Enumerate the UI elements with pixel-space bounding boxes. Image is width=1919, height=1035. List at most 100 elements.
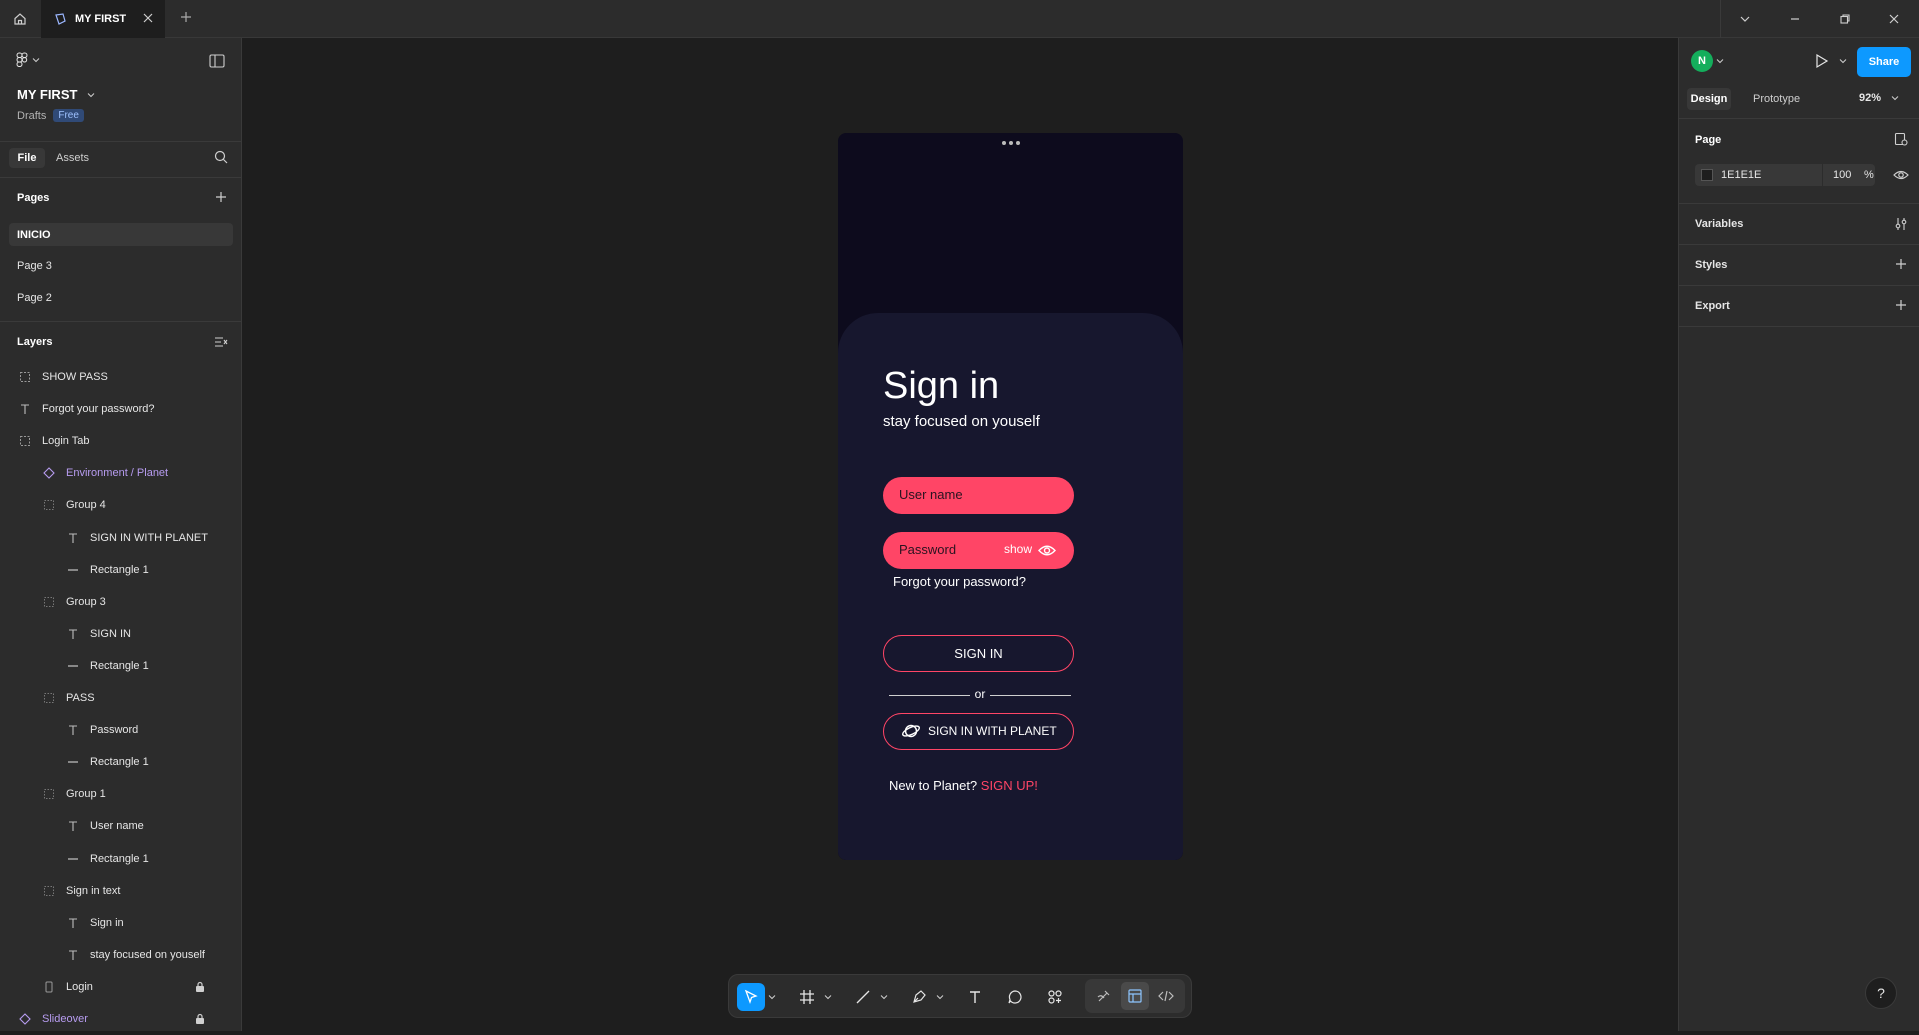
pen-tool-button[interactable] <box>905 983 933 1011</box>
layer-row[interactable]: Sign in text <box>0 875 242 907</box>
layer-row[interactable]: Sign in <box>0 907 242 939</box>
divider-right <box>990 695 1071 696</box>
restore-button[interactable] <box>1820 0 1870 38</box>
toggle-sidebar-icon[interactable] <box>209 54 225 68</box>
main-menu-button[interactable] <box>16 52 40 68</box>
share-button[interactable]: Share <box>1857 47 1911 77</box>
eye-icon[interactable] <box>1893 168 1909 182</box>
home-button[interactable] <box>0 0 40 38</box>
layer-row[interactable]: stay focused on youself <box>0 939 242 971</box>
drafts-link[interactable]: Drafts <box>17 110 46 122</box>
help-button[interactable]: ? <box>1865 977 1897 1009</box>
chevron-down-icon <box>1891 96 1899 101</box>
chevron-down-icon <box>1740 16 1750 22</box>
file-name-button[interactable]: MY FIRST <box>17 87 95 102</box>
layer-row[interactable]: Group 3 <box>0 586 242 618</box>
background-hex[interactable]: 1E1E1E <box>1721 169 1761 181</box>
group-icon <box>42 787 56 801</box>
layer-row[interactable]: Login <box>0 971 242 1003</box>
chevron-down-icon[interactable] <box>936 993 944 1001</box>
eye-icon[interactable] <box>1038 543 1056 558</box>
layer-row[interactable]: Password <box>0 714 242 746</box>
rectangle-icon <box>66 659 80 673</box>
layer-row[interactable]: SHOW PASS <box>0 361 242 393</box>
chevron-down-icon[interactable] <box>768 993 776 1001</box>
frame-icon <box>18 370 32 384</box>
line-tool-button[interactable] <box>849 983 877 1011</box>
minimize-button[interactable] <box>1770 0 1820 38</box>
draw-mode-button[interactable] <box>1090 982 1118 1010</box>
layer-row[interactable]: SIGN IN WITH PLANET <box>0 522 242 554</box>
page-item-page-3[interactable]: Page 3 <box>17 260 52 272</box>
layer-row[interactable]: Environment / Planet <box>0 457 242 489</box>
plan-badge[interactable]: Free <box>53 109 84 122</box>
text-tool-button[interactable] <box>961 983 989 1011</box>
forgot-password-link[interactable]: Forgot your password? <box>893 574 1026 589</box>
present-button[interactable] <box>1815 53 1847 69</box>
layer-row[interactable]: Group 1 <box>0 778 242 810</box>
layer-row[interactable]: Slideover <box>0 1003 242 1035</box>
layer-row[interactable]: Rectangle 1 <box>0 843 242 875</box>
layer-row[interactable]: PASS <box>0 682 242 714</box>
layer-row[interactable]: Login Tab <box>0 425 242 457</box>
tab-file[interactable]: File <box>9 148 45 168</box>
new-tab-icon[interactable] <box>178 9 194 25</box>
password-field[interactable]: Password show <box>883 532 1074 569</box>
page-background-field[interactable]: 1E1E1E 100 % <box>1695 164 1875 186</box>
search-icon[interactable] <box>214 150 228 164</box>
layer-row[interactable]: Group 4 <box>0 489 242 521</box>
text-icon <box>66 723 80 737</box>
tabs-dropdown-button[interactable] <box>1720 0 1770 38</box>
close-icon <box>1889 14 1899 24</box>
layer-label: Login <box>66 980 93 993</box>
close-window-button[interactable] <box>1869 0 1919 38</box>
layer-row[interactable]: Rectangle 1 <box>0 650 242 682</box>
lock-icon[interactable] <box>195 981 205 996</box>
add-export-icon[interactable] <box>1894 298 1908 312</box>
design-mode-button[interactable] <box>1121 982 1149 1010</box>
page-item-inicio[interactable]: INICIO <box>9 223 233 246</box>
layer-row[interactable]: User name <box>0 810 242 842</box>
signup-link[interactable]: SIGN UP! <box>981 778 1038 793</box>
layer-row[interactable]: Rectangle 1 <box>0 554 242 586</box>
add-page-icon[interactable] <box>214 190 228 204</box>
chevron-down-icon[interactable] <box>880 993 888 1001</box>
lock-icon[interactable] <box>195 1013 205 1028</box>
comment-tool-button[interactable] <box>1001 983 1029 1011</box>
variables-settings-icon[interactable] <box>1894 217 1908 231</box>
actions-tool-button[interactable] <box>1041 983 1069 1011</box>
chevron-down-icon[interactable] <box>824 993 832 1001</box>
show-password-toggle[interactable]: show <box>1004 542 1032 556</box>
sign-in-button[interactable]: SIGN IN <box>883 635 1074 672</box>
color-swatch[interactable] <box>1701 169 1713 181</box>
close-tab-icon[interactable] <box>141 11 155 25</box>
background-opacity[interactable]: 100 <box>1833 169 1851 181</box>
page-item-page-2[interactable]: Page 2 <box>17 292 52 304</box>
layer-row[interactable]: Rectangle 1 <box>0 746 242 778</box>
page-settings-icon[interactable] <box>1894 132 1908 146</box>
frame-tool-button[interactable] <box>793 983 821 1011</box>
login-frame[interactable]: Sign in stay focused on youself User nam… <box>838 133 1183 860</box>
layer-label: Rectangle 1 <box>90 563 149 576</box>
tab-design[interactable]: Design <box>1687 88 1731 110</box>
add-style-icon[interactable] <box>1894 257 1908 271</box>
file-tab[interactable]: MY FIRST <box>41 0 165 38</box>
username-field[interactable]: User name <box>883 477 1074 514</box>
more-dots-icon[interactable] <box>1002 141 1020 145</box>
zoom-dropdown[interactable]: 92% <box>1859 92 1899 104</box>
tab-assets[interactable]: Assets <box>56 152 89 164</box>
tab-prototype[interactable]: Prototype <box>1753 93 1800 105</box>
layer-row[interactable]: SIGN IN <box>0 618 242 650</box>
line-icon <box>856 990 870 1004</box>
user-menu-button[interactable]: N <box>1691 50 1724 72</box>
text-icon <box>66 627 80 641</box>
move-tool-button[interactable] <box>737 983 765 1011</box>
dev-mode-button[interactable] <box>1152 982 1180 1010</box>
separator <box>1679 118 1919 119</box>
sign-in-with-planet-button[interactable]: SIGN IN WITH PLANET <box>883 713 1074 750</box>
collapse-layers-icon[interactable] <box>214 335 228 349</box>
frame-hash-icon <box>800 990 814 1004</box>
component-instance-icon <box>42 466 56 480</box>
text-icon <box>66 948 80 962</box>
layer-row[interactable]: Forgot your password? <box>0 393 242 425</box>
